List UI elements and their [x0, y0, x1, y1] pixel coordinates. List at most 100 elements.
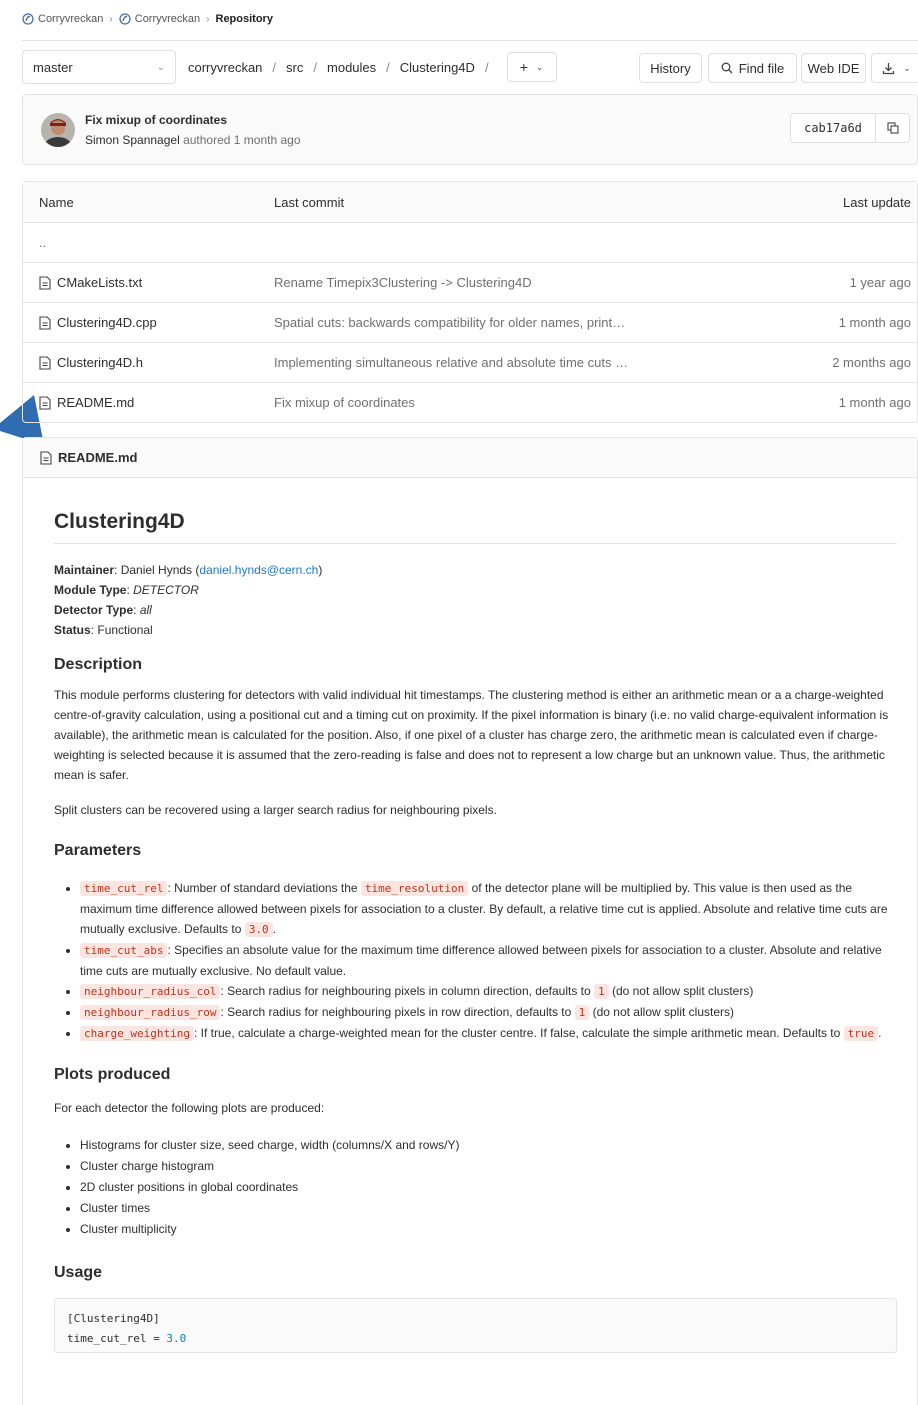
repo-toolbar: master ⌄ corryvreckan / src / modules / …: [22, 40, 918, 92]
list-item: 2D cluster positions in global coordinat…: [80, 1177, 897, 1198]
file-commit-message[interactable]: Fix mixup of coordinates: [274, 383, 415, 422]
file-icon: [39, 395, 51, 410]
path-separator: /: [272, 59, 277, 75]
history-label: History: [650, 60, 691, 76]
path-segment-root[interactable]: corryvreckan: [188, 60, 262, 75]
find-file-label: Find file: [738, 60, 785, 76]
plots-intro: For each detector the following plots ar…: [54, 1101, 325, 1115]
param-text: : If true, calculate a charge-weighted m…: [193, 1026, 844, 1040]
module-metadata: Maintainer: Daniel Hynds (daniel.hynds@c…: [54, 560, 897, 640]
breadcrumb-current[interactable]: Repository: [216, 13, 273, 25]
code-value: 3.0: [166, 1332, 187, 1345]
maintainer-line: Maintainer: Daniel Hynds (daniel.hynds@c…: [54, 563, 323, 577]
maintainer-email-link[interactable]: daniel.hynds@cern.ch: [199, 563, 318, 577]
readme-header[interactable]: README.md: [23, 438, 917, 478]
commit-title[interactable]: Fix mixup of coordinates: [85, 113, 227, 127]
table-row[interactable]: Clustering4D.cpp Spatial cuts: backwards…: [23, 302, 917, 342]
header-last-update: Last update: [843, 194, 911, 210]
param-code: time_cut_abs: [80, 943, 168, 958]
path-separator: /: [484, 59, 489, 75]
copy-icon: [886, 122, 899, 134]
list-item: neighbour_radius_row: Search radius for …: [80, 1002, 897, 1023]
param-code: charge_weighting: [80, 1026, 194, 1041]
find-file-button[interactable]: Find file: [708, 53, 797, 83]
file-commit-message[interactable]: Rename Timepix3Clustering -> Clustering4…: [274, 263, 532, 302]
avatar[interactable]: [41, 113, 75, 147]
commit-author[interactable]: Simon Spannagel: [85, 133, 180, 147]
param-code: neighbour_radius_row: [80, 1005, 221, 1020]
list-item: Histograms for cluster size, seed charge…: [80, 1135, 897, 1156]
param-code: neighbour_radius_col: [80, 984, 221, 999]
download-dropdown-button[interactable]: ⌄: [871, 53, 918, 83]
readme-filename: README.md: [58, 450, 138, 465]
file-name: Clustering4D.h: [57, 355, 143, 370]
file-icon: [39, 355, 51, 370]
description-paragraph-2: Split clusters can be recovered using a …: [54, 803, 497, 817]
chevron-right-icon: ›: [206, 13, 210, 25]
param-text: : Number of standard deviations the: [167, 881, 361, 895]
readme-title: Clustering4D: [54, 478, 897, 544]
file-commit-message[interactable]: Spatial cuts: backwards compatibility fo…: [274, 303, 625, 342]
chevron-down-icon: ⌄: [535, 61, 544, 72]
table-row[interactable]: Clustering4D.h Implementing simultaneous…: [23, 342, 917, 382]
header-last-commit: Last commit: [274, 194, 345, 210]
status-line: Status: Functional: [54, 623, 153, 637]
breadcrumb-project[interactable]: Corryvreckan: [119, 13, 200, 25]
list-item: Cluster charge histogram: [80, 1156, 897, 1177]
usage-heading: Usage: [54, 1264, 103, 1281]
param-text: (do not allow split clusters): [608, 984, 754, 998]
list-item: neighbour_radius_col: Search radius for …: [80, 981, 897, 1002]
param-default: true: [843, 1026, 879, 1041]
project-logo-icon: [22, 13, 34, 25]
web-ide-button[interactable]: Web IDE: [801, 53, 866, 83]
description-heading: Description: [54, 656, 143, 673]
last-commit-panel: Fix mixup of coordinates Simon Spannagel…: [22, 94, 918, 165]
param-text: (do not allow split clusters): [589, 1005, 735, 1019]
param-default: 3.0: [244, 922, 273, 937]
file-name-cell[interactable]: Clustering4D.h: [39, 343, 143, 382]
history-button[interactable]: History: [639, 53, 702, 83]
parameters-list: time_cut_rel: Number of standard deviati…: [54, 878, 897, 1044]
file-name: CMakeLists.txt: [57, 275, 143, 290]
download-icon: [882, 62, 895, 75]
file-icon: [39, 315, 51, 330]
copy-sha-button[interactable]: [876, 114, 909, 142]
table-row[interactable]: CMakeLists.txt Rename Timepix3Clustering…: [23, 262, 917, 302]
path-segment-current[interactable]: Clustering4D: [400, 60, 475, 75]
param-default: 1: [594, 984, 609, 999]
table-header: Name Last commit Last update: [23, 182, 917, 222]
table-row[interactable]: README.md Fix mixup of coordinates 1 mon…: [23, 382, 917, 422]
commit-sha-group: cab17a6d: [790, 113, 910, 143]
file-updated: 1 year ago: [849, 275, 911, 290]
list-item: Cluster times: [80, 1198, 897, 1219]
code-line: [Clustering4D]: [67, 1312, 160, 1325]
add-dropdown-button[interactable]: + ⌄: [506, 52, 557, 82]
param-code: time_cut_rel: [80, 881, 168, 896]
param-default: 1: [574, 1005, 590, 1020]
path-segment-src[interactable]: src: [286, 60, 303, 75]
parent-directory-link[interactable]: ..: [39, 223, 46, 262]
project-logo-icon: [119, 13, 131, 25]
file-commit-message[interactable]: Implementing simultaneous relative and a…: [274, 343, 628, 382]
detector-type-value: all: [139, 603, 152, 617]
branch-dropdown[interactable]: master ⌄: [22, 50, 176, 84]
search-icon: [721, 62, 733, 74]
breadcrumb-project-group[interactable]: Corryvreckan: [22, 13, 103, 25]
branch-name: master: [33, 59, 73, 75]
commit-time: authored 1 month ago: [183, 133, 301, 147]
file-name-cell[interactable]: CMakeLists.txt: [39, 263, 142, 302]
path-segment-modules[interactable]: modules: [327, 60, 376, 75]
parent-directory-row[interactable]: ..: [23, 222, 917, 262]
plus-icon: +: [519, 59, 528, 75]
code-key: time_cut_rel =: [67, 1332, 167, 1345]
file-updated: 2 months ago: [832, 355, 911, 370]
commit-sha[interactable]: cab17a6d: [791, 114, 876, 142]
plots-list: Histograms for cluster size, seed charge…: [54, 1135, 897, 1240]
file-name-cell[interactable]: README.md: [39, 383, 134, 422]
breadcrumb-item: Corryvreckan: [134, 13, 201, 25]
file-name-cell[interactable]: Clustering4D.cpp: [39, 303, 157, 342]
file-name: Clustering4D.cpp: [57, 315, 157, 330]
list-item: time_cut_rel: Number of standard deviati…: [80, 878, 897, 940]
usage-code-block: [Clustering4D] time_cut_rel = 3.0: [54, 1298, 897, 1353]
maintainer-label: Maintainer: [54, 563, 115, 577]
